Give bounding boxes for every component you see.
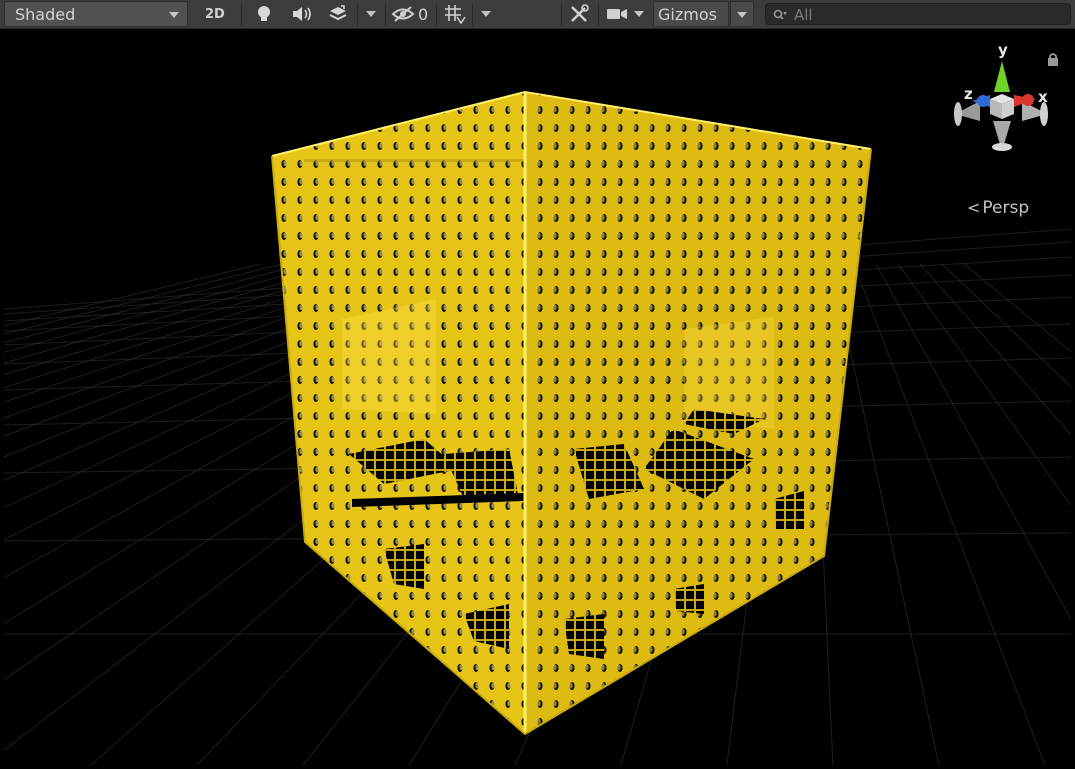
chevron-down-icon	[634, 11, 644, 17]
2d-mode-button[interactable]: 2D	[196, 2, 232, 26]
camera-icon	[607, 9, 627, 19]
gizmos-label: Gizmos	[658, 5, 717, 24]
grid-line	[963, 263, 1071, 353]
menger-sponge-cube[interactable]	[271, 90, 872, 736]
grid-line	[4, 263, 327, 353]
shading-mode-label: Shaded	[15, 5, 76, 24]
grid-line	[919, 263, 1071, 436]
eye-slash-icon	[391, 6, 415, 22]
2d-mode-label: 2D	[205, 7, 225, 22]
projection-toggle[interactable]: < Persp	[967, 198, 1029, 218]
grid-dropdown[interactable]	[473, 2, 499, 26]
grid-line	[897, 263, 1071, 507]
chevron-down-icon	[481, 11, 491, 17]
speaker-icon	[293, 7, 311, 21]
tools-icon	[571, 4, 589, 22]
grid-icon	[445, 5, 466, 24]
grid-toggle[interactable]	[440, 2, 470, 26]
chevron-down-icon	[366, 11, 376, 17]
shading-mode-dropdown[interactable]: Shaded	[4, 1, 188, 27]
layers-icon	[329, 5, 347, 21]
grid-line	[875, 263, 1071, 621]
separator	[385, 3, 386, 26]
gizmos-dropdown[interactable]	[730, 1, 754, 27]
gizmos-button[interactable]: Gizmos	[653, 1, 729, 27]
camera-dropdown[interactable]	[628, 2, 650, 26]
lighting-toggle[interactable]	[249, 2, 279, 26]
separator	[241, 3, 242, 26]
search-icon	[773, 9, 787, 20]
lock-icon[interactable]	[1047, 52, 1059, 66]
y-axis-label: y	[998, 41, 1008, 59]
light-bulb-icon	[258, 6, 270, 21]
orientation-gizmo[interactable]: y x z	[950, 39, 1060, 159]
grid-line	[941, 263, 1071, 388]
scene-toolbar: Shaded 2D 0 Gizmos All	[0, 0, 1075, 29]
chevron-down-icon	[169, 12, 179, 18]
separator	[561, 3, 562, 26]
scene-canvas[interactable]	[4, 29, 1071, 765]
search-input[interactable]	[792, 5, 1066, 25]
scene-viewport[interactable]: y x z < Persp	[4, 29, 1071, 765]
x-axis-label: x	[1038, 88, 1048, 106]
persp-icon: <	[967, 198, 981, 217]
audio-toggle[interactable]	[287, 2, 317, 26]
effects-dropdown[interactable]	[358, 2, 384, 26]
projection-label: Persp	[982, 198, 1030, 218]
hidden-objects-count: 0	[418, 5, 429, 24]
y-axis-cone[interactable]	[994, 61, 1010, 92]
grid-line	[853, 263, 1046, 765]
separator	[598, 3, 599, 26]
effects-toggle[interactable]	[323, 2, 353, 26]
chevron-down-icon	[737, 12, 747, 18]
scene-search-field[interactable]	[765, 3, 1071, 25]
scene-visibility-toggle[interactable]: 0	[389, 2, 433, 26]
component-tools-button[interactable]	[564, 2, 594, 26]
separator	[436, 3, 437, 26]
z-axis-label: z	[964, 85, 973, 103]
